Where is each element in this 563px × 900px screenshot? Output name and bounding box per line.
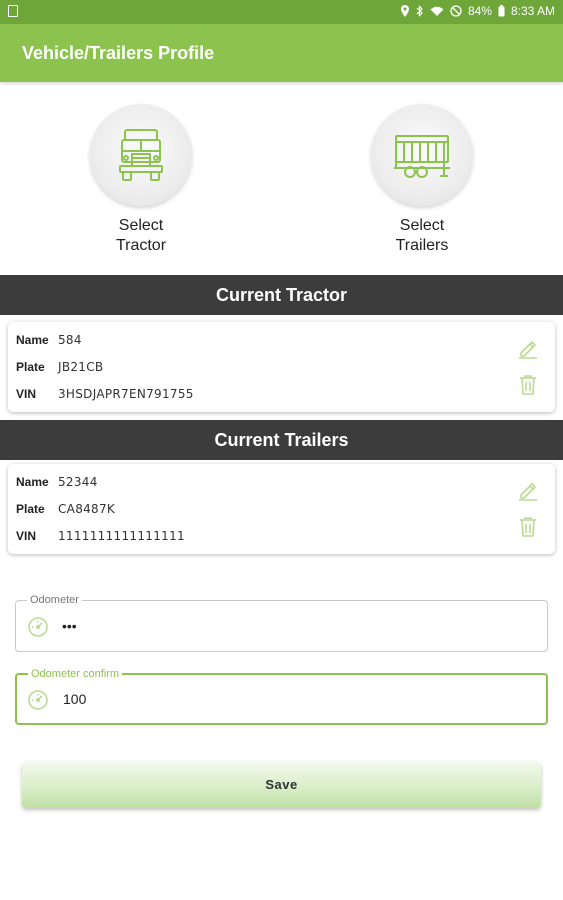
select-tractor-button[interactable]: Select Tractor <box>61 104 221 256</box>
wifi-icon <box>430 6 444 16</box>
odometer-confirm-field[interactable]: Odometer confirm 100 <box>15 667 548 725</box>
clock: 8:33 AM <box>510 4 555 18</box>
trailer-name-value: 52344 <box>58 475 98 489</box>
status-bar: 84% 8:33 AM <box>0 0 563 24</box>
battery-icon <box>498 5 505 17</box>
trailer-plate-value: CA8487K <box>58 502 116 516</box>
current-trailers-card: Name 52344 Plate CA8487K VIN 11111111111… <box>8 464 555 554</box>
speedometer-icon <box>28 690 48 710</box>
tractor-plate-row: Plate JB21CB <box>16 357 103 377</box>
do-not-disturb-icon <box>450 5 462 17</box>
page-title: Vehicle/Trailers Profile <box>22 43 215 63</box>
save-button[interactable]: Save <box>22 762 541 808</box>
select-trailers-button[interactable]: Select Trailers <box>342 104 502 256</box>
tractor-name-value: 584 <box>58 333 82 347</box>
trailer-vin-value: 1111111111111111 <box>58 529 185 543</box>
tractor-vin-value: 3HSDJAPR7EN791755 <box>58 387 194 401</box>
tractor-name-key: Name <box>16 333 49 347</box>
trash-icon <box>520 517 536 537</box>
edit-icon <box>519 341 537 359</box>
delete-trailer-button[interactable] <box>515 514 541 540</box>
trailer-plate-key: Plate <box>16 502 45 516</box>
truck-icon <box>119 129 163 181</box>
tractor-plate-key: Plate <box>16 360 45 374</box>
trailer-name-row: Name 52344 <box>16 472 98 492</box>
select-tractor-circle[interactable] <box>90 104 192 206</box>
trailer-icon <box>394 135 450 178</box>
trailer-vin-row: VIN 1111111111111111 <box>16 526 185 546</box>
trailer-name-key: Name <box>16 475 49 489</box>
trailer-vin-key: VIN <box>16 529 37 543</box>
edit-icon <box>519 483 537 501</box>
odometer-confirm-input[interactable]: 100 <box>63 675 86 723</box>
edit-trailer-button[interactable] <box>515 478 541 504</box>
status-icons: 84% 8:33 AM <box>400 4 555 18</box>
app-bar: Vehicle/Trailers Profile <box>0 24 563 82</box>
current-tractor-header: Current Tractor <box>0 275 563 315</box>
tractor-plate-value: JB21CB <box>58 360 104 374</box>
odometer-field[interactable]: Odometer ••• <box>15 593 548 652</box>
current-tractor-card: Name 584 Plate JB21CB VIN 3HSDJAPR7EN791… <box>8 322 555 412</box>
tractor-vin-key: VIN <box>16 387 37 401</box>
speedometer-icon <box>28 617 48 637</box>
odometer-input[interactable]: ••• <box>62 601 77 651</box>
delete-tractor-button[interactable] <box>515 372 541 398</box>
notification-icon <box>8 5 18 17</box>
select-trailers-label[interactable]: Select Trailers <box>382 216 462 256</box>
tractor-name-row: Name 584 <box>16 330 82 350</box>
edit-tractor-button[interactable] <box>515 336 541 362</box>
battery-percent: 84% <box>467 4 492 18</box>
bluetooth-icon <box>416 5 423 17</box>
location-icon <box>400 5 409 17</box>
select-tractor-label[interactable]: Select Tractor <box>101 216 181 256</box>
tractor-vin-row: VIN 3HSDJAPR7EN791755 <box>16 384 194 404</box>
trailer-plate-row: Plate CA8487K <box>16 499 115 519</box>
select-trailers-circle[interactable] <box>371 104 473 206</box>
current-trailers-header: Current Trailers <box>0 420 563 460</box>
trash-icon <box>520 375 536 395</box>
